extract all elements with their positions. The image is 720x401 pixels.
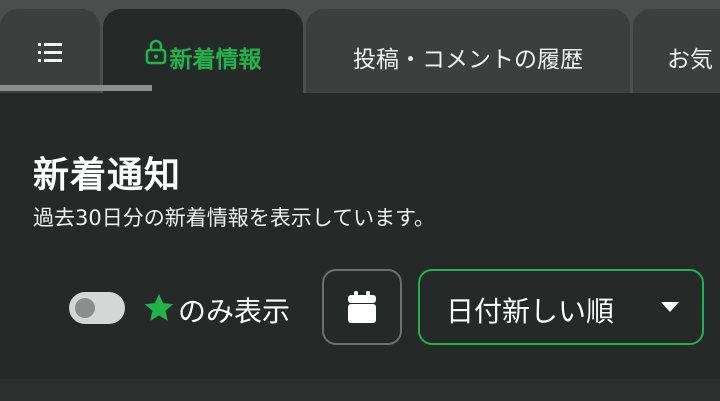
toggle-knob [75,298,95,318]
sort-dropdown[interactable]: 日付新しい順 [418,269,704,345]
calendar-icon [348,291,376,323]
page-subtitle: 過去30日分の新着情報を表示しています。 [33,206,435,230]
tab-favorites[interactable]: お気 [633,9,720,93]
star-only-label: のみ表示 [178,295,291,328]
tab-scroll-indicator [0,85,152,91]
tab-posts-label: 投稿・コメントの履歴 [353,47,583,73]
calendar-button[interactable] [322,269,402,345]
lock-icon [145,39,166,65]
tab-news[interactable]: 新着情報 [103,9,303,93]
chevron-down-icon [661,302,679,312]
news-panel: 新着通知 過去30日分の新着情報を表示しています。 のみ表示 日付新しい順 [0,93,720,401]
star-only-toggle[interactable] [69,292,125,324]
page-title: 新着通知 [33,155,182,196]
sort-selected-value: 日付新しい順 [446,295,615,328]
star-icon [144,293,174,321]
page: 新着情報 投稿・コメントの履歴 お気 新着通知 過去30日分の新着情報を表示して… [0,0,720,401]
list-area-edge [0,379,720,401]
tab-posts[interactable]: 投稿・コメントの履歴 [306,9,630,93]
tab-menu[interactable] [0,9,100,93]
tab-favorites-label: お気 [667,47,713,73]
tab-news-label: 新着情報 [169,47,262,73]
menu-list-icon [38,43,62,63]
